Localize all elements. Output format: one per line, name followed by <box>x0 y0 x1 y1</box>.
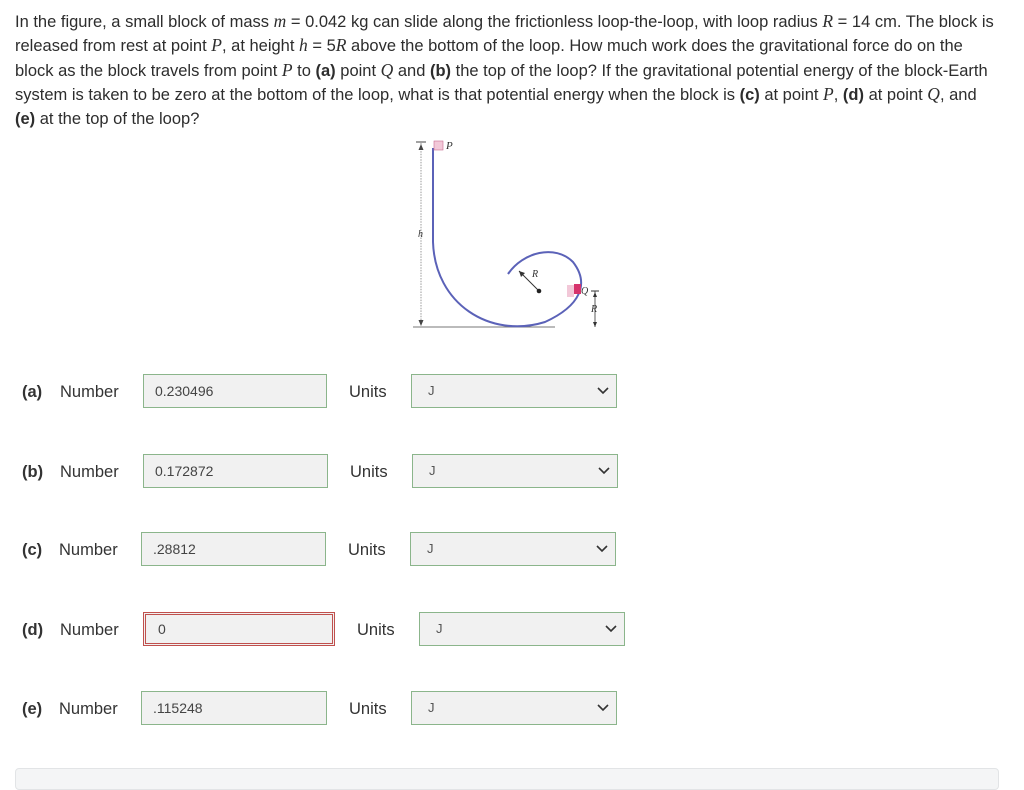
number-label: Number <box>60 383 119 401</box>
part-label: (c) <box>22 541 43 559</box>
units-value: J <box>428 700 435 715</box>
units-label: Units <box>350 463 388 481</box>
answer-row-a: (a) Number 0.230496 Units J <box>0 374 630 410</box>
label-q: Q <box>581 286 589 297</box>
units-select-c[interactable]: J <box>410 532 616 566</box>
chevron-down-icon <box>598 467 610 475</box>
units-select-e[interactable]: J <box>411 691 617 725</box>
label-r-side: R <box>590 304 597 315</box>
units-value: J <box>436 621 443 636</box>
answer-row-e: (e) Number .115248 Units J <box>0 691 630 727</box>
chevron-down-icon <box>596 545 608 553</box>
answer-row-d: (d) Number 0 Units J <box>0 612 630 648</box>
number-input-b[interactable]: 0.172872 <box>143 454 328 488</box>
chevron-down-icon <box>605 625 617 633</box>
units-label: Units <box>348 541 386 559</box>
units-select-b[interactable]: J <box>412 454 618 488</box>
units-value: J <box>429 463 436 478</box>
loop-track <box>432 148 583 328</box>
number-input-d[interactable]: 0 <box>143 612 335 646</box>
chevron-down-icon <box>597 387 609 395</box>
footer-panel <box>15 768 999 790</box>
units-label: Units <box>349 383 387 401</box>
part-label: (a) <box>22 383 43 401</box>
units-select-d[interactable]: J <box>419 612 625 646</box>
number-label: Number <box>59 700 118 718</box>
block-at-q-shadow <box>567 285 574 297</box>
label-h: h <box>418 229 423 240</box>
loop-center-dot <box>536 288 542 294</box>
units-label: Units <box>349 700 387 718</box>
question-text: In the figure, a small block of mass m =… <box>15 11 994 128</box>
number-label: Number <box>59 541 118 559</box>
number-input-c[interactable]: .28812 <box>141 532 326 566</box>
part-label: (e) <box>22 700 43 718</box>
label-r-top: R <box>531 269 538 280</box>
loop-the-loop-figure: P h R Q R <box>413 140 599 328</box>
part-label: (d) <box>22 621 44 639</box>
units-value: J <box>428 383 435 398</box>
units-select-a[interactable]: J <box>411 374 617 408</box>
r-dim-arrow-top <box>593 292 597 297</box>
h-arrow-bottom <box>418 320 424 326</box>
part-label: (b) <box>22 463 44 481</box>
number-input-a[interactable]: 0.230496 <box>143 374 327 408</box>
number-input-e[interactable]: .115248 <box>141 691 327 725</box>
block-at-p <box>433 140 444 151</box>
answer-row-b: (b) Number 0.172872 Units J <box>0 454 630 490</box>
units-label: Units <box>357 621 395 639</box>
number-label: Number <box>60 621 119 639</box>
h-arrow-top <box>418 144 424 150</box>
label-p: P <box>445 140 453 152</box>
number-label: Number <box>60 463 119 481</box>
units-value: J <box>427 541 434 556</box>
answer-row-c: (c) Number .28812 Units J <box>0 532 630 568</box>
chevron-down-icon <box>597 704 609 712</box>
r-dim-arrow-bottom <box>593 322 597 327</box>
block-at-q <box>574 284 581 294</box>
